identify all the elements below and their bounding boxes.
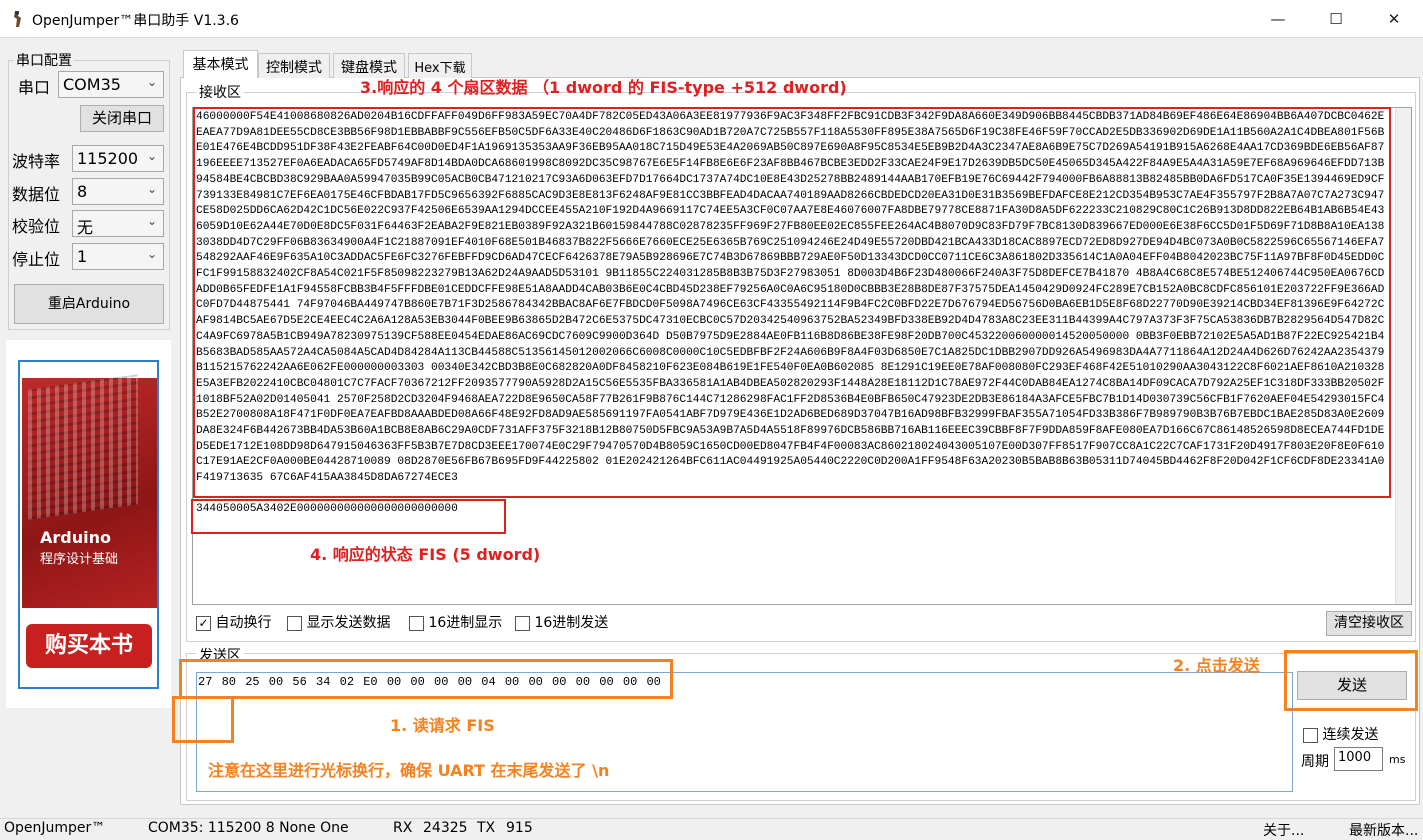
status-port-info: COM35: 115200 8 None One <box>148 820 349 836</box>
rx-count: 24325 <box>423 820 468 836</box>
option-show-sent[interactable]: 显示发送数据 <box>287 612 390 632</box>
period-label: 周期 <box>1301 754 1329 770</box>
highlight-sector-data <box>193 107 1391 498</box>
chevron-down-icon: ⌄ <box>146 75 157 89</box>
chevron-down-icon: ⌄ <box>146 247 157 261</box>
checkbox-checked-icon[interactable]: ✓ <box>196 615 211 631</box>
continuous-send-option[interactable]: 连续发送 <box>1303 724 1378 744</box>
tab-basic[interactable]: 基本模式 <box>183 50 258 78</box>
clear-receive-button[interactable]: 清空接收区 <box>1326 611 1412 636</box>
stopbits-select[interactable]: 1 ⌄ <box>72 243 164 270</box>
annotation-click-send: 2. 点击发送 <box>1173 656 1260 675</box>
port-select[interactable]: COM35 ⌄ <box>58 71 164 98</box>
close-port-button[interactable]: 关闭串口 <box>80 105 164 132</box>
checkbox-icon[interactable] <box>515 615 530 631</box>
option-auto-wrap[interactable]: ✓ 自动换行 <box>196 612 271 632</box>
restart-arduino-button[interactable]: 重启Arduino <box>14 284 164 324</box>
period-unit: ms <box>1389 753 1406 766</box>
parity-label: 校验位 <box>12 217 61 236</box>
option-hex-display[interactable]: 16进制显示 <box>409 612 502 632</box>
checkbox-icon[interactable] <box>287 615 302 631</box>
option-hex-send[interactable]: 16进制发送 <box>515 612 608 632</box>
tx-count: 915 <box>506 820 533 836</box>
buy-book-button[interactable]: 购买本书 <box>26 624 152 668</box>
highlight-send-text <box>179 659 673 699</box>
annotation-sector-data: 3.响应的 4 个扇区数据 （1 dword 的 FIS-type +512 d… <box>360 78 847 97</box>
serial-config-title: 串口配置 <box>14 50 74 70</box>
rx-label: RX <box>393 820 413 836</box>
chevron-down-icon: ⌄ <box>146 214 157 228</box>
about-link[interactable]: 关于... <box>1263 820 1304 840</box>
highlight-newline <box>172 696 234 743</box>
status-bar: OpenJumper™ COM35: 115200 8 None One RX … <box>0 818 1423 840</box>
window-title: OpenJumper™串口助手 V1.3.6 <box>32 13 239 29</box>
port-label: 串口 <box>18 78 51 97</box>
highlight-status-fis <box>191 499 506 534</box>
parity-select[interactable]: 无 ⌄ <box>72 210 164 237</box>
annotation-newline-note: 注意在这里进行光标换行，确保 UART 在末尾发送了 \n <box>208 761 610 780</box>
chevron-down-icon: ⌄ <box>146 182 157 196</box>
tab-control[interactable]: 控制模式 <box>258 53 330 78</box>
receive-scrollbar[interactable] <box>1395 108 1411 604</box>
book-cover-image: Arduino 程序设计基础 <box>22 374 157 608</box>
tx-label: TX <box>477 820 496 836</box>
latest-version-link[interactable]: 最新版本... <box>1349 820 1418 840</box>
period-input[interactable]: 1000 <box>1334 747 1383 771</box>
baud-label: 波特率 <box>12 152 61 171</box>
title-bar: OpenJumper™串口助手 V1.3.6 — ☐ ✕ <box>0 0 1423 38</box>
maximize-button[interactable]: ☐ <box>1313 0 1359 38</box>
checkbox-icon[interactable] <box>409 615 424 631</box>
close-button[interactable]: ✕ <box>1371 0 1417 38</box>
status-brand: OpenJumper™ <box>4 820 106 836</box>
checkbox-icon[interactable] <box>1303 727 1318 743</box>
databits-select[interactable]: 8 ⌄ <box>72 178 164 205</box>
annotation-status-fis: 4. 响应的状态 FIS (5 dword) <box>310 545 541 564</box>
baud-select[interactable]: 115200 ⌄ <box>72 145 164 172</box>
receive-title: 接收区 <box>196 82 244 102</box>
stopbits-label: 停止位 <box>12 250 61 269</box>
app-icon <box>14 11 21 27</box>
databits-label: 数据位 <box>12 185 61 204</box>
annotation-read-fis: 1. 读请求 FIS <box>390 716 495 735</box>
highlight-send-button <box>1284 650 1418 711</box>
minimize-button[interactable]: — <box>1255 0 1301 38</box>
chevron-down-icon: ⌄ <box>146 149 157 163</box>
